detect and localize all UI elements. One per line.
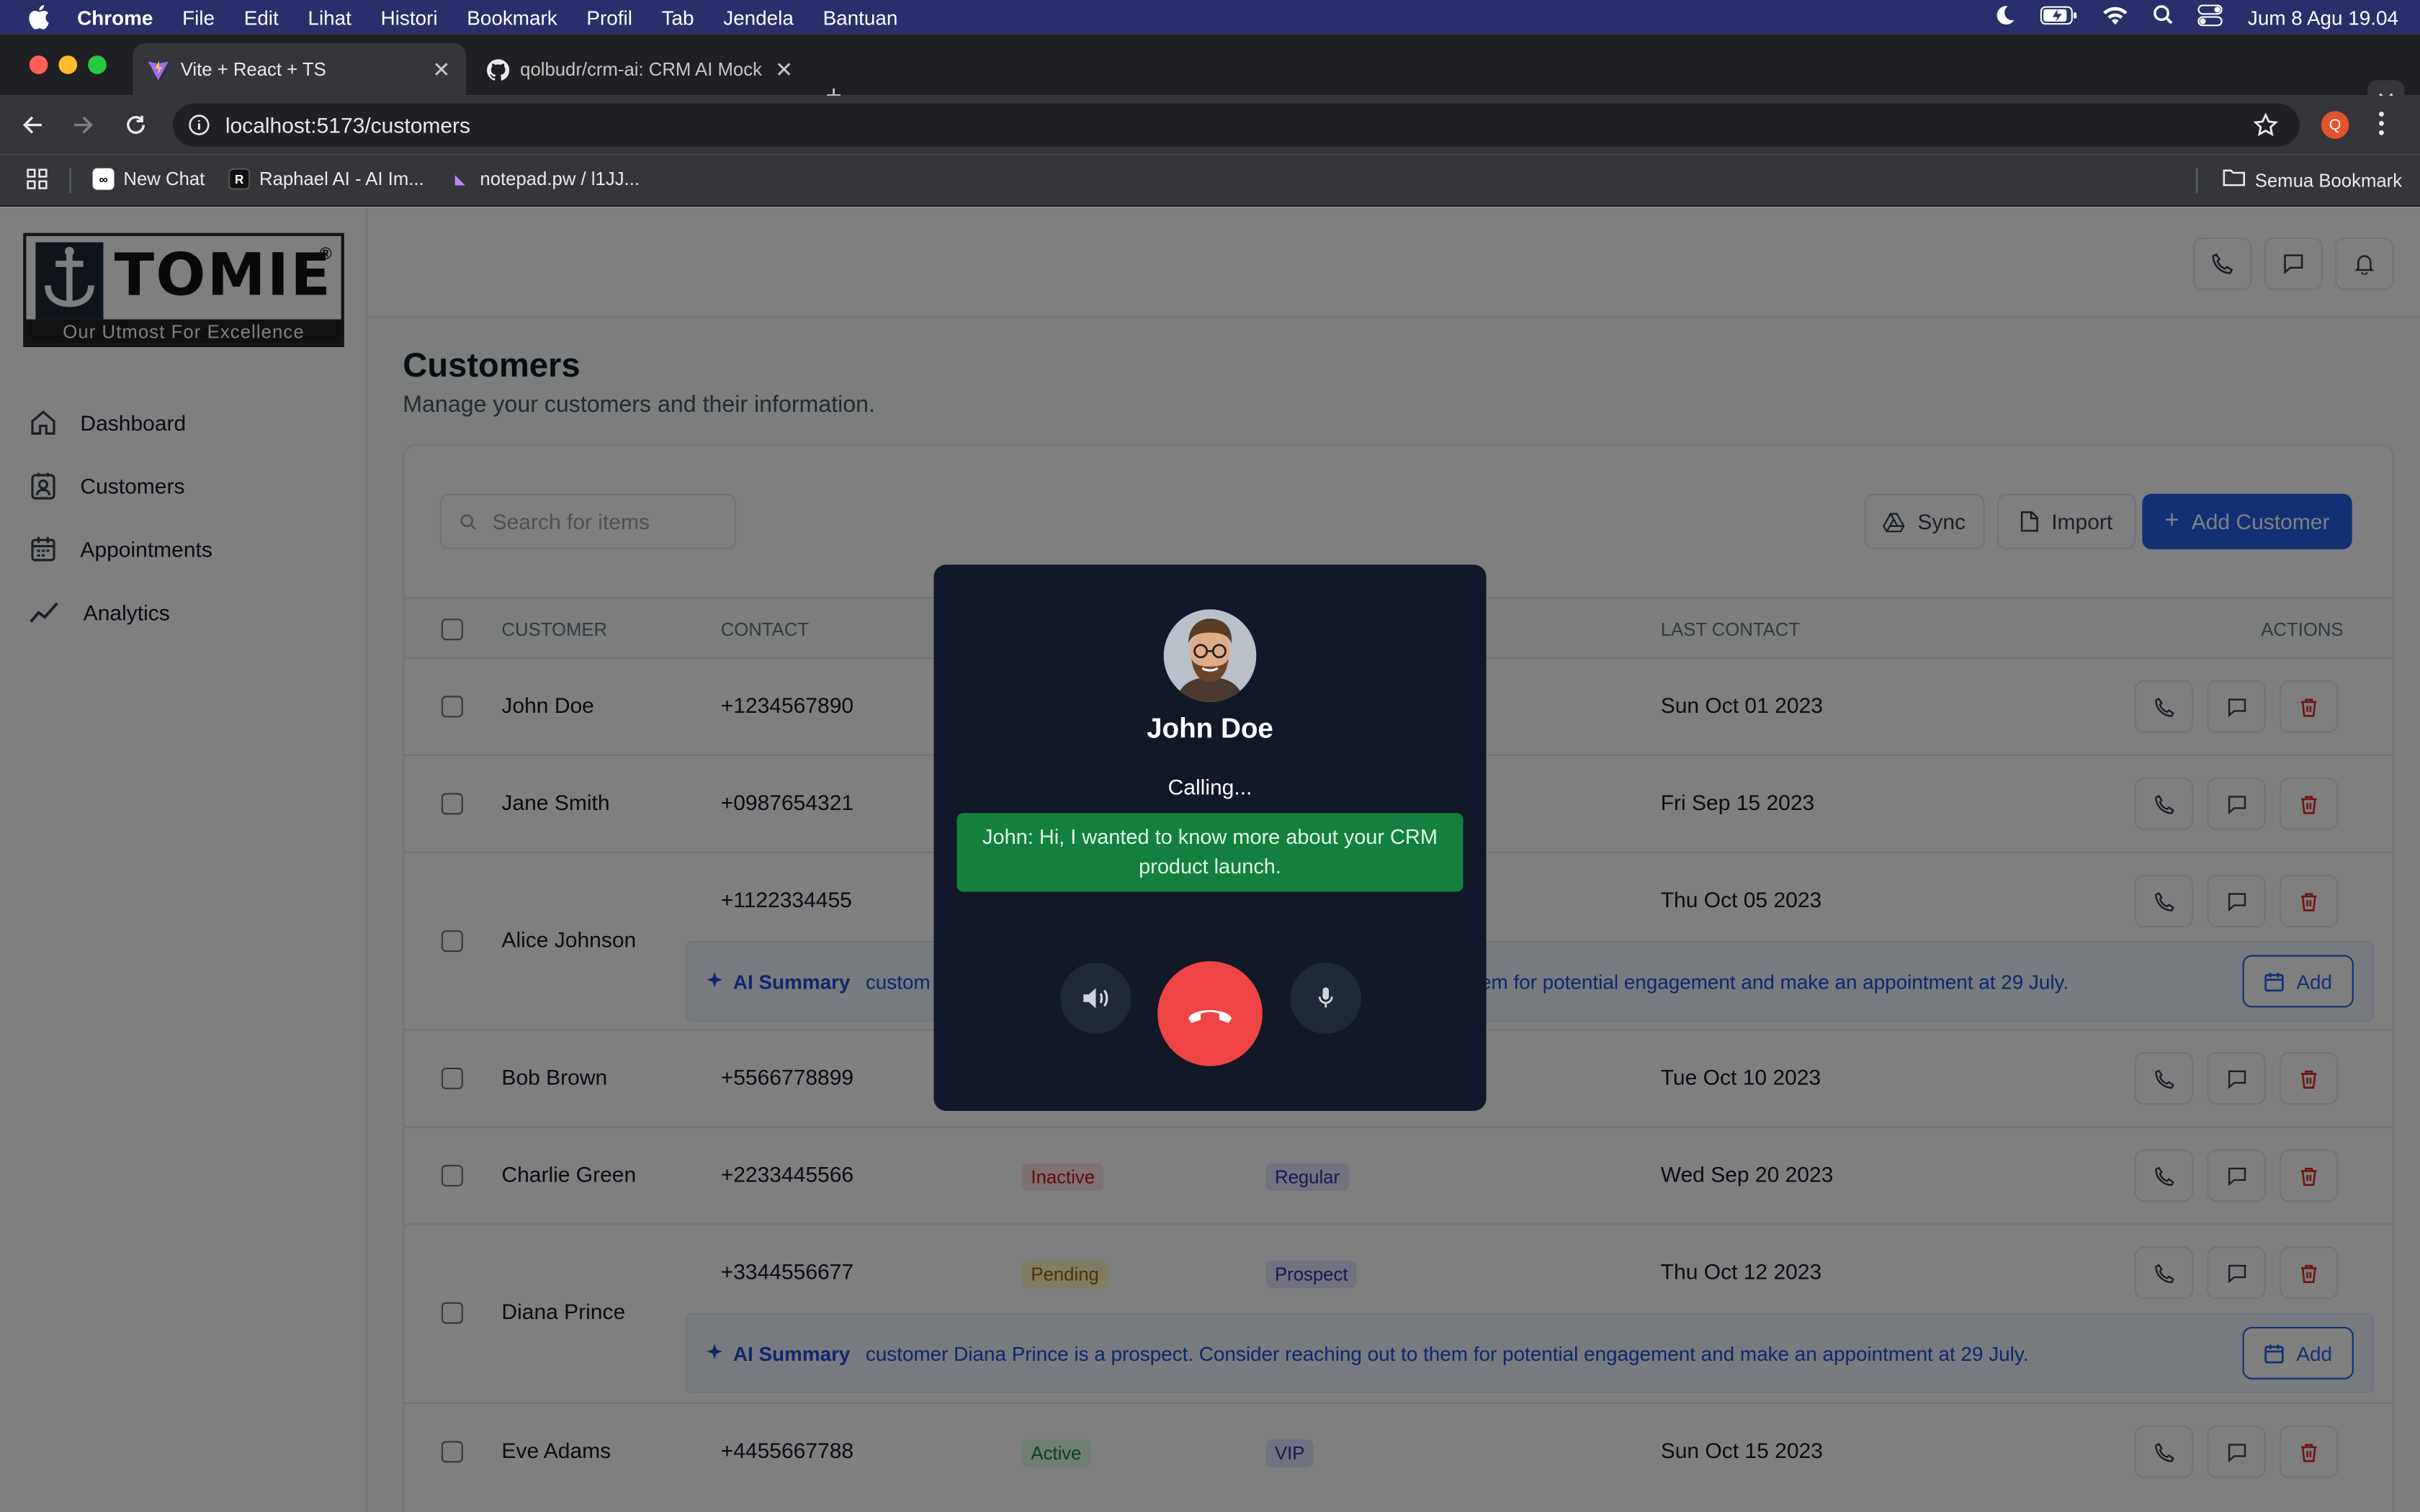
bookmark-separator [69,168,71,193]
call-dialog: John Doe Calling... John: Hi, I wanted t… [933,564,1487,1111]
menu-app-name[interactable]: Chrome [77,6,153,29]
menu-profile[interactable]: Profil [586,6,632,29]
close-window-button[interactable] [29,55,48,74]
close-tab-icon[interactable]: ✕ [768,56,799,82]
microphone-button[interactable] [1290,963,1361,1034]
bookmark-raphael[interactable]: R Raphael AI - AI Im... [228,168,424,190]
close-tab-icon[interactable]: ✕ [426,56,457,82]
browser-toolbar: localhost:5173/customers Q [0,95,2420,155]
microphone-icon [1318,987,1333,1008]
bookmark-label: notepad.pw / l1JJ... [480,168,640,190]
apps-grid-icon[interactable] [26,168,48,190]
bookmark-new-chat[interactable]: ∞ New Chat [92,168,205,190]
all-bookmarks-label: Semua Bookmark [2254,168,2403,191]
apple-icon[interactable] [28,4,53,30]
notepad-logo-icon: ◣ [454,171,465,186]
phone-hangup-icon [1188,1010,1232,1023]
all-bookmarks[interactable]: Semua Bookmark [2223,168,2402,192]
raphael-logo-icon: R [228,168,251,190]
site-info-icon[interactable] [188,114,210,136]
screen: Chrome File Edit Lihat Histori Bookmark … [0,0,2420,1512]
tab-title: qolbudr/crm-ai: CRM AI Mock [520,58,762,81]
vite-logo-icon [145,57,169,81]
wifi-icon[interactable] [2102,6,2128,29]
tab-title: Vite + React + TS [180,58,326,81]
caller-avatar [1163,609,1257,702]
address-bar[interactable]: localhost:5173/customers [173,103,2300,147]
menu-help[interactable]: Bantuan [823,6,898,29]
menu-file[interactable]: File [182,6,215,29]
tab-vite[interactable]: Vite + React + TS ✕ [133,43,467,96]
control-center-icon[interactable] [2198,4,2223,30]
caller-name: John Doe [1147,712,1273,744]
back-arrow-icon[interactable] [19,111,47,139]
bookmarks-bar: ∞ New Chat R Raphael AI - AI Im... ◣ notepa… [0,154,2420,207]
bookmark-notepad[interactable]: ◣ notepad.pw / l1JJ... [449,168,640,190]
zoom-window-button[interactable] [88,55,107,74]
menu-view[interactable]: Lihat [308,6,351,29]
bookmark-star-icon[interactable] [2253,112,2279,145]
battery-icon[interactable] [2040,5,2078,29]
call-transcript: John: Hi, I wanted to know more about yo… [956,813,1464,892]
speaker-button[interactable] [1060,963,1131,1034]
status-area: Jum 8 Agu 19.04 [1994,0,2398,34]
menu-window[interactable]: Jendela [723,6,794,29]
reload-icon[interactable] [122,111,150,139]
volume-icon [1083,988,1108,1009]
profile-avatar[interactable]: Q [2321,111,2349,139]
tab-github[interactable]: qolbudr/crm-ai: CRM AI Mock ✕ [472,43,809,96]
person-photo [1163,609,1257,702]
menu-edit[interactable]: Edit [244,6,279,29]
browser-tab-strip: Vite + React + TS ✕ qolbudr/crm-ai: CRM … [0,34,2420,114]
chrome-menu-icon[interactable] [2378,111,2385,143]
menu-history[interactable]: Histori [381,6,438,29]
menu-tab[interactable]: Tab [662,6,694,29]
hang-up-button[interactable] [1157,961,1263,1066]
moon-icon[interactable] [1994,4,2016,30]
web-page: TOMIE ® Our Utmost For Excellence Dashbo… [0,207,2420,1512]
folder-icon [2223,168,2246,192]
minimize-window-button[interactable] [58,55,78,74]
macos-menubar: Chrome File Edit Lihat Histori Bookmark … [0,0,2420,35]
bookmark-label: New Chat [123,168,205,190]
github-icon [485,57,509,81]
menubar-datetime[interactable]: Jum 8 Agu 19.04 [2248,6,2398,29]
bookmark-label: Raphael AI - AI Im... [259,168,424,190]
call-status: Calling... [1168,774,1252,799]
chat-logo-icon: ∞ [92,168,115,190]
bookmark-separator [2196,168,2198,193]
window-controls [29,55,107,74]
url-text[interactable]: localhost:5173/customers [225,112,470,137]
forward-arrow-icon[interactable] [69,111,97,139]
spotlight-search-icon[interactable] [2154,4,2174,29]
menu-bookmark[interactable]: Bookmark [467,6,557,29]
